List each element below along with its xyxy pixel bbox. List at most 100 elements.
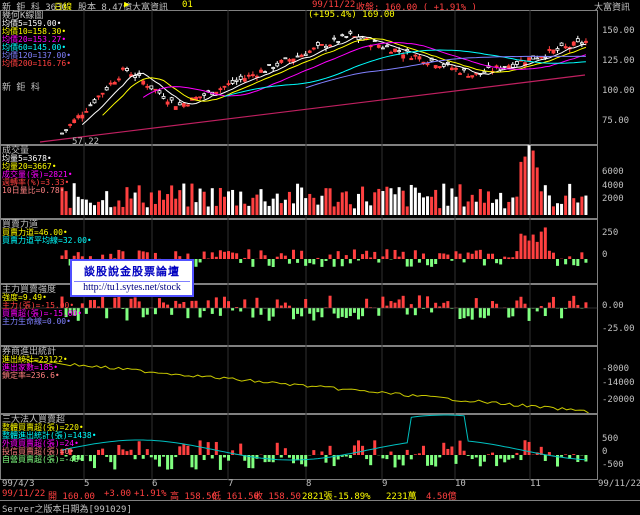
volume-bar — [369, 205, 372, 215]
status-bar: Server之版本日期為[991029] — [0, 500, 640, 513]
candle-body — [446, 62, 449, 63]
power-bar — [276, 257, 279, 259]
strength-bar — [251, 308, 254, 318]
volume-bar — [121, 207, 124, 215]
volume-bar — [580, 197, 583, 215]
power-bar — [584, 259, 587, 263]
legend-item: 均價200=116.76• — [2, 60, 71, 68]
candle-body — [454, 68, 457, 69]
institution-bar — [158, 455, 161, 467]
volume-bar — [442, 184, 445, 215]
institution-bar — [231, 450, 234, 455]
institution-bar — [174, 455, 177, 457]
bond-trend-line — [22, 359, 589, 413]
power-bar — [442, 254, 445, 259]
power-bar — [207, 258, 210, 259]
strength-bar — [398, 299, 401, 308]
power-bar — [223, 252, 226, 259]
volume-bar — [398, 187, 401, 215]
power-bar — [292, 250, 295, 259]
power-bar — [138, 251, 141, 259]
strength-bar — [154, 308, 157, 314]
strength-bar — [304, 299, 307, 308]
legend-marker: • — [65, 178, 70, 187]
x-end-label: 99/11/22 — [598, 479, 640, 489]
forum-logo[interactable]: 談股說金股票論壇 http://tu1.sytes.net/stock — [70, 259, 194, 297]
strength-bar — [284, 303, 287, 308]
x-month-label: 6 — [152, 479, 157, 489]
volume-bar — [426, 196, 429, 215]
quote-date: 99/11/22 — [2, 489, 45, 499]
legend-marker: • — [77, 309, 82, 318]
volume-bar — [381, 191, 384, 215]
legend-marker: • — [55, 371, 60, 380]
volume-bar — [337, 202, 340, 215]
candle-body — [308, 51, 311, 52]
institution-bar — [162, 455, 165, 457]
strength-bar — [353, 308, 356, 313]
strength-bar — [495, 304, 498, 308]
institution-bar — [463, 451, 466, 455]
volume-bar — [410, 185, 413, 215]
power-bar — [414, 250, 417, 259]
candle-body — [389, 52, 392, 53]
candle-body — [235, 80, 238, 81]
power-bar — [215, 257, 218, 259]
power-bar — [357, 259, 360, 260]
institution-bar — [406, 450, 409, 455]
power-bar — [268, 259, 271, 266]
candle-body — [264, 72, 267, 73]
power-bar — [422, 254, 425, 259]
volume-bar — [491, 203, 494, 215]
candle-body — [341, 35, 344, 36]
volume-bar — [97, 202, 100, 215]
candle-body — [260, 70, 263, 72]
power-bar — [479, 250, 482, 259]
power-bar — [418, 259, 421, 263]
strength-bar — [113, 298, 116, 308]
volume-bar — [515, 197, 518, 215]
power-bar — [536, 242, 539, 259]
candle-body — [345, 36, 348, 37]
candle-body — [450, 68, 453, 70]
power-bar — [260, 250, 263, 259]
legend-label: 自營買賣超(張) — [2, 455, 60, 464]
power-bar — [430, 259, 433, 267]
x-start-label: 99/4/3 — [2, 479, 35, 489]
strength-bar — [544, 308, 547, 316]
legend-value: -43 — [64, 455, 78, 464]
power-bar — [284, 256, 287, 259]
legend-marker: • — [60, 186, 65, 195]
institution-bar — [357, 440, 360, 455]
y-tick: 250 — [602, 228, 618, 238]
volume-bar — [182, 184, 185, 215]
y-tick: -500 — [602, 460, 624, 470]
forum-logo-url[interactable]: http://tu1.sytes.net/stock — [74, 281, 190, 293]
volume-bar — [292, 203, 295, 215]
institution-bar — [491, 453, 494, 455]
strength-bar — [329, 296, 332, 308]
institution-bar — [483, 455, 486, 462]
y-tick: 75.00 — [602, 116, 629, 126]
power-bar — [511, 257, 514, 259]
volume-bar — [203, 192, 206, 215]
strength-bar — [446, 301, 449, 308]
power-bar — [394, 250, 397, 259]
institution-bar — [381, 455, 384, 458]
candle-body — [483, 71, 486, 72]
volume-bar — [528, 145, 531, 215]
volume-bar — [495, 199, 498, 215]
x-month-label: 8 — [306, 479, 311, 489]
institution-bar — [304, 455, 307, 467]
legend-marker: • — [74, 439, 79, 448]
power-bar — [398, 257, 401, 259]
strength-bar — [471, 308, 474, 320]
strength-bar — [300, 308, 303, 316]
institution-bar — [272, 455, 275, 462]
volume-bar — [105, 191, 108, 215]
strength-bar — [174, 301, 177, 308]
strength-bar — [158, 298, 161, 308]
institution-bar — [434, 455, 437, 467]
volume-bar — [353, 208, 356, 215]
candle-body — [219, 89, 222, 90]
